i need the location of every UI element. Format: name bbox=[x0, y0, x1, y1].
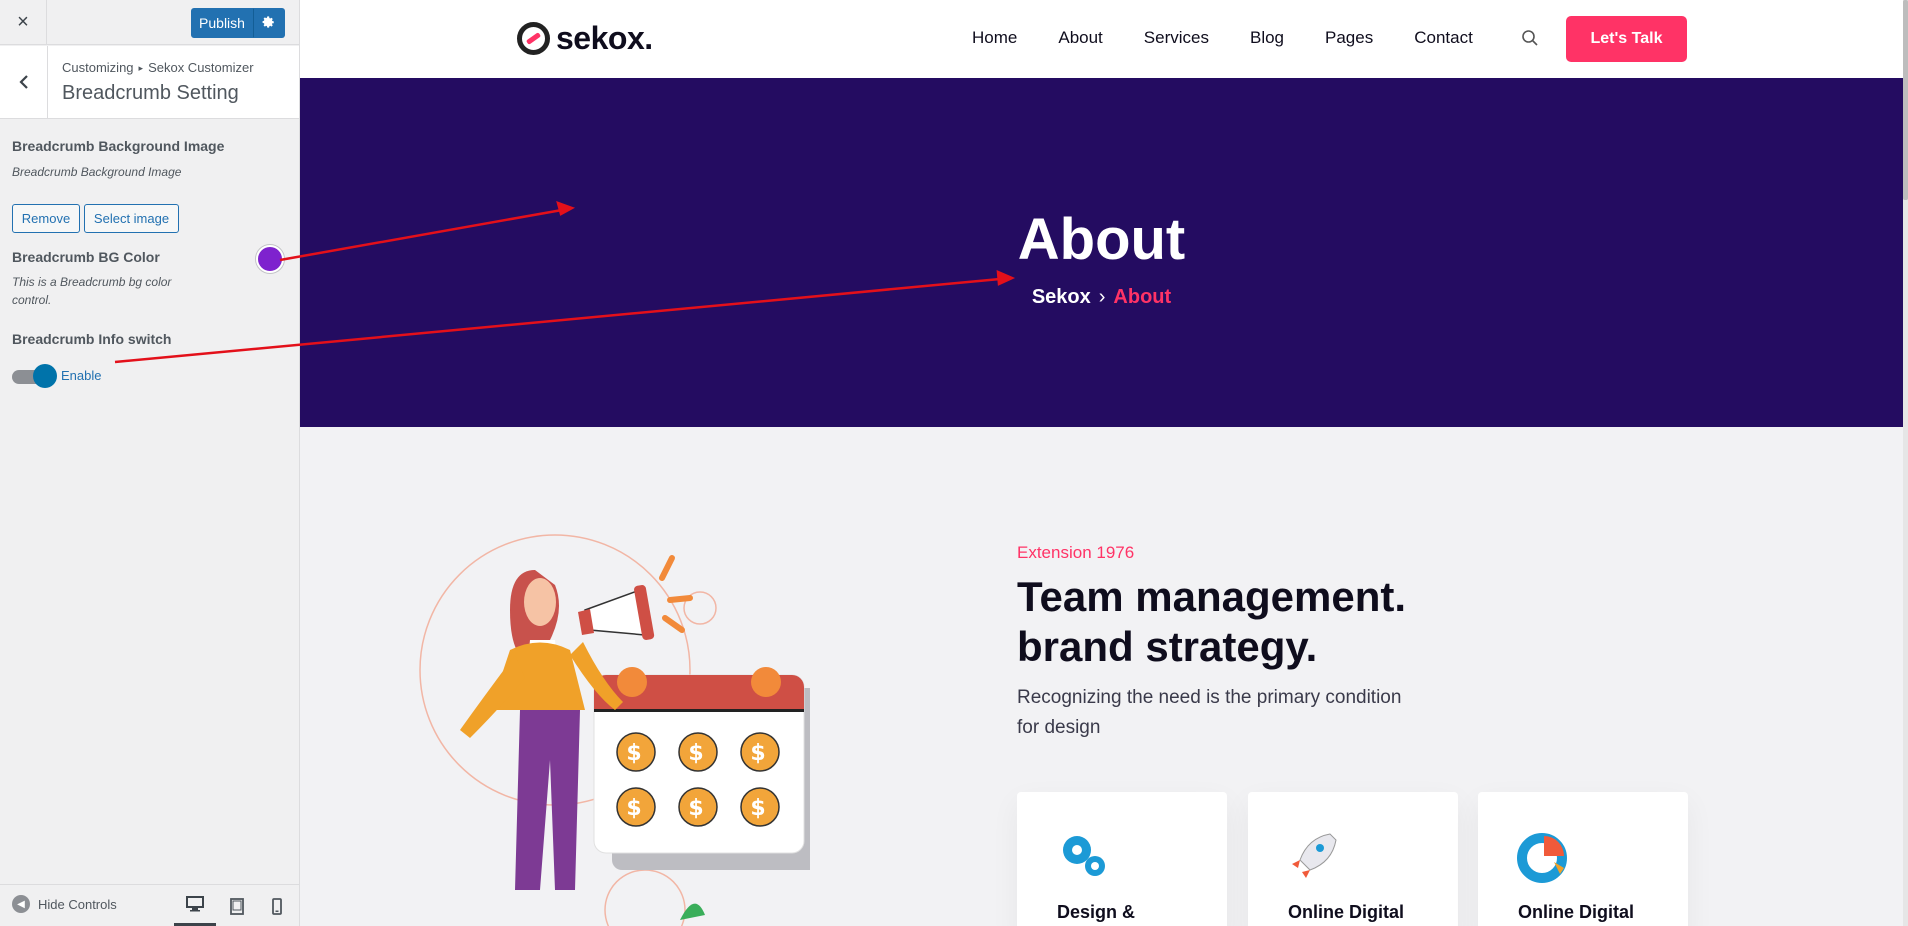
remove-image-button[interactable]: Remove bbox=[12, 204, 80, 233]
about-lead: Recognizing the need is the primary cond… bbox=[1017, 687, 1402, 738]
pie-chart-icon bbox=[1517, 833, 1567, 883]
customizer-sidebar: × Publish Customizing ▸ Sekox Customizer B… bbox=[0, 0, 300, 926]
headline-line: brand strategy. bbox=[1017, 623, 1318, 670]
card-title: Online Digital bbox=[1518, 902, 1635, 922]
breadcrumb-home-link[interactable]: Sekox bbox=[1032, 286, 1091, 308]
close-customizer-button[interactable]: × bbox=[0, 0, 47, 45]
service-card[interactable]: Online Digital bbox=[1248, 792, 1458, 926]
service-card[interactable]: Online Digital bbox=[1478, 792, 1688, 926]
svg-text:$: $ bbox=[626, 741, 641, 766]
tablet-preview-button[interactable] bbox=[216, 885, 258, 926]
publish-button[interactable]: Publish bbox=[191, 8, 253, 38]
about-headline: Team management. brand strategy. bbox=[1017, 572, 1406, 672]
info-switch-title: Breadcrumb Info switch bbox=[12, 331, 172, 347]
main-nav: Home About Services Blog Pages Contact bbox=[972, 28, 1514, 48]
card-title: Design & bbox=[1057, 902, 1136, 922]
desktop-icon bbox=[186, 896, 204, 912]
bg-color-description: This is a Breadcrumb bg color control. bbox=[12, 275, 172, 307]
logo-mark-icon bbox=[517, 22, 550, 55]
lets-talk-button[interactable]: Let's Talk bbox=[1566, 16, 1687, 62]
tablet-icon bbox=[230, 897, 244, 915]
site-header: sekox. Home About Services Blog Pages Co… bbox=[300, 0, 1908, 78]
nav-contact[interactable]: Contact bbox=[1414, 28, 1473, 48]
scrollbar-thumb[interactable] bbox=[1903, 0, 1908, 200]
publish-settings-button[interactable] bbox=[253, 8, 285, 38]
rocket-icon bbox=[1292, 833, 1337, 878]
customizer-breadcrumb: Customizing ▸ Sekox Customizer bbox=[62, 60, 254, 75]
service-card[interactable]: Design & bbox=[1017, 792, 1227, 926]
svg-text:$: $ bbox=[750, 796, 765, 821]
svg-text:$: $ bbox=[626, 796, 641, 821]
nav-services[interactable]: Services bbox=[1144, 28, 1209, 48]
nav-blog[interactable]: Blog bbox=[1250, 28, 1284, 48]
collapse-icon: ◀ bbox=[12, 895, 30, 913]
customizer-footer: ◀ Hide Controls bbox=[0, 884, 299, 926]
site-preview: sekox. Home About Services Blog Pages Co… bbox=[300, 0, 1908, 926]
breadcrumb-item: Customizing bbox=[62, 60, 134, 75]
select-image-button[interactable]: Select image bbox=[84, 204, 179, 233]
headline-line: Team management. bbox=[1017, 573, 1407, 620]
preview-scrollbar[interactable] bbox=[1903, 0, 1908, 926]
svg-text:$: $ bbox=[688, 796, 703, 821]
search-icon[interactable] bbox=[1521, 29, 1539, 47]
info-switch-toggle[interactable] bbox=[33, 364, 57, 388]
section-title: Breadcrumb Setting bbox=[62, 82, 239, 104]
page-breadcrumb: Sekox › About bbox=[300, 286, 1903, 309]
hide-controls-button[interactable]: ◀ Hide Controls bbox=[12, 895, 117, 913]
svg-text:$: $ bbox=[688, 741, 703, 766]
breadcrumb-chevron-icon: › bbox=[1098, 286, 1106, 308]
nav-about[interactable]: About bbox=[1058, 28, 1102, 48]
bg-image-title: Breadcrumb Background Image bbox=[12, 138, 225, 154]
about-kicker: Extension 1976 bbox=[1017, 543, 1135, 562]
info-switch-label: Enable bbox=[61, 368, 102, 383]
bg-color-picker[interactable] bbox=[256, 245, 284, 273]
gear-icon bbox=[262, 16, 274, 28]
site-logo[interactable]: sekox. bbox=[517, 20, 653, 57]
breadcrumb-current: About bbox=[1113, 286, 1172, 308]
chevron-left-icon bbox=[18, 75, 28, 89]
card-title: Online Digital bbox=[1288, 902, 1405, 922]
breadcrumb-hero: About Sekox › About bbox=[300, 78, 1908, 427]
nav-pages[interactable]: Pages bbox=[1325, 28, 1373, 48]
close-icon: × bbox=[17, 11, 29, 33]
page-title: About bbox=[1017, 207, 1186, 272]
desktop-preview-button[interactable] bbox=[174, 885, 216, 926]
logo-text: sekox. bbox=[556, 20, 653, 56]
breadcrumb-separator: ▸ bbox=[138, 63, 144, 73]
customizer-header: × Publish bbox=[0, 0, 299, 45]
publish-group: Publish bbox=[191, 8, 285, 38]
svg-text:$: $ bbox=[750, 741, 765, 766]
hide-controls-label: Hide Controls bbox=[38, 896, 117, 912]
gears-icon bbox=[1063, 836, 1105, 876]
back-button[interactable] bbox=[0, 46, 48, 118]
marketing-illustration: $ $ $ $ $ $ bbox=[419, 534, 810, 926]
nav-home[interactable]: Home bbox=[972, 28, 1017, 48]
bg-image-description: Breadcrumb Background Image bbox=[12, 165, 182, 179]
bg-color-title: Breadcrumb BG Color bbox=[12, 249, 160, 265]
mobile-icon bbox=[272, 897, 282, 915]
section-header: Customizing ▸ Sekox Customizer Breadcrumb … bbox=[0, 46, 299, 119]
breadcrumb-item: Sekox Customizer bbox=[148, 60, 254, 75]
mobile-preview-button[interactable] bbox=[256, 885, 298, 926]
